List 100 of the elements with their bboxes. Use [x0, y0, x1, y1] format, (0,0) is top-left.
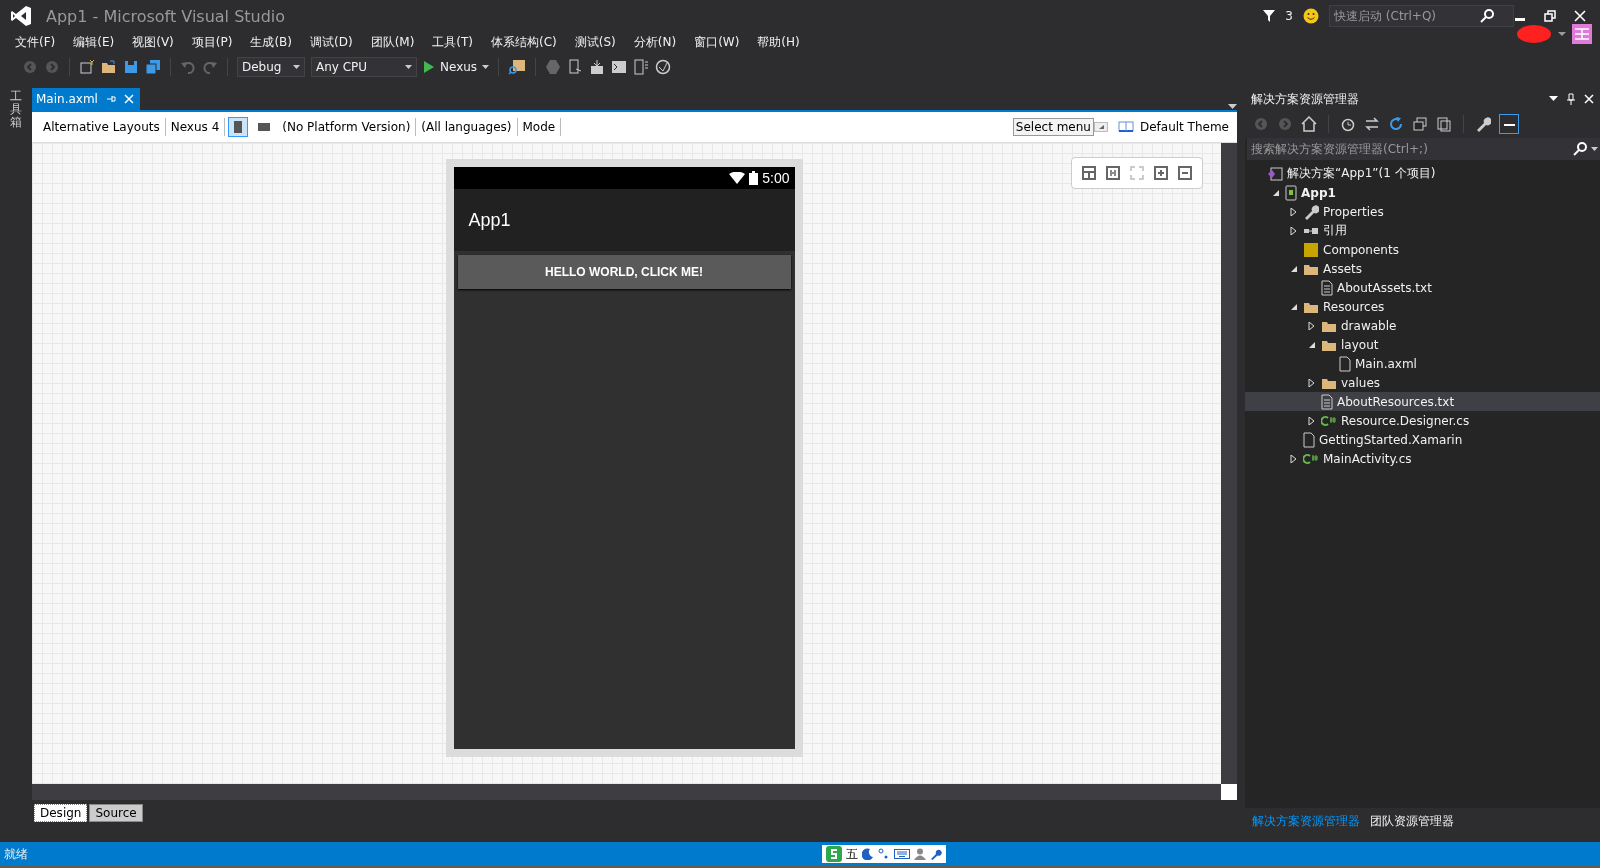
device-dropdown[interactable]: Nexus 4	[165, 118, 226, 136]
expanded-arrow-icon[interactable]	[1308, 340, 1316, 349]
restore-icon[interactable]	[1544, 10, 1556, 22]
terminal-icon[interactable]	[611, 59, 628, 75]
close-icon[interactable]	[1574, 10, 1586, 22]
menu-item[interactable]: 窗口(W)	[685, 33, 749, 51]
filter-icon[interactable]	[1263, 10, 1276, 22]
preview-icon[interactable]	[1499, 114, 1519, 134]
layout-icon[interactable]	[1082, 166, 1096, 180]
phone-icon[interactable]	[567, 59, 584, 75]
collapsed-arrow-icon[interactable]	[1290, 207, 1298, 216]
language-dropdown[interactable]: (All languages)	[416, 118, 518, 136]
run-button[interactable]: Nexus	[423, 60, 490, 74]
view-tab[interactable]: Design	[34, 804, 88, 822]
expanded-arrow-icon[interactable]	[1290, 264, 1298, 273]
tree-item[interactable]: Main.axml	[1245, 354, 1600, 373]
panel-tab[interactable]: 团队资源管理器	[1367, 812, 1457, 830]
tree-item[interactable]: Properties	[1245, 202, 1600, 221]
mode-dropdown[interactable]: Mode	[517, 118, 562, 136]
alternative-layouts-button[interactable]: Alternative Layouts	[38, 118, 166, 136]
package-icon[interactable]	[589, 59, 606, 75]
device-log-icon[interactable]	[633, 59, 650, 75]
tree-item[interactable]: Resources	[1245, 297, 1600, 316]
zoom-in-icon[interactable]	[1154, 166, 1168, 180]
smiley-icon[interactable]	[1303, 8, 1319, 24]
wrench-icon[interactable]	[1475, 116, 1491, 132]
view-tab[interactable]: Source	[89, 804, 143, 822]
save-all-icon[interactable]	[145, 59, 161, 75]
toolbox-tab[interactable]: 工具箱	[10, 88, 22, 834]
collapsed-arrow-icon[interactable]	[1308, 416, 1316, 425]
moon-icon[interactable]	[862, 848, 874, 860]
sync-icon[interactable]	[1364, 116, 1380, 132]
menu-item[interactable]: 视图(V)	[123, 33, 183, 51]
tree-item[interactable]: values	[1245, 373, 1600, 392]
collapsed-arrow-icon[interactable]	[1308, 321, 1316, 330]
menu-item[interactable]: 编辑(E)	[64, 33, 124, 51]
hello-button[interactable]: HELLO WORLD, CLICK ME!	[457, 255, 791, 289]
tree-item[interactable]: Assets	[1245, 259, 1600, 278]
close-icon[interactable]	[1584, 94, 1594, 104]
ime-logo-icon[interactable]	[826, 846, 842, 862]
caret-icon[interactable]	[293, 65, 301, 69]
menu-item[interactable]: 调试(D)	[301, 33, 362, 51]
undo-icon[interactable]	[180, 59, 196, 75]
grid-tile-icon[interactable]	[1572, 24, 1592, 44]
search-field[interactable]: 搜索解决方案资源管理器(Ctrl+;)	[1247, 138, 1600, 160]
ime-mode[interactable]: 五	[846, 845, 858, 863]
play-icon[interactable]	[423, 61, 435, 73]
save-icon[interactable]	[123, 59, 139, 75]
tree-item[interactable]: App1	[1245, 183, 1600, 202]
collapsed-arrow-icon[interactable]	[1290, 454, 1298, 463]
horizontal-scrollbar[interactable]	[32, 784, 1221, 800]
wrench-icon[interactable]	[930, 848, 942, 860]
menu-item[interactable]: 项目(P)	[182, 33, 242, 51]
menu-item[interactable]: 文件(F)	[6, 33, 65, 51]
select-menu-button[interactable]: Select menu	[1012, 118, 1094, 136]
copy-icon[interactable]	[1436, 116, 1452, 132]
tree-item[interactable]: 解决方案“App1”(1 个项目)	[1245, 164, 1600, 183]
platform-dropdown[interactable]: Any CPU	[311, 57, 417, 77]
menu-item[interactable]: 工具(T)	[423, 33, 483, 51]
tree-item[interactable]: layout	[1245, 335, 1600, 354]
refresh-icon[interactable]	[1388, 116, 1404, 132]
tree-item[interactable]: MainActivity.cs	[1245, 449, 1600, 468]
platform-version-dropdown[interactable]: (No Platform Version)	[277, 118, 417, 136]
collapsed-arrow-icon[interactable]	[1308, 378, 1316, 387]
tree-item[interactable]: GettingStarted.Xamarin	[1245, 430, 1600, 449]
tree-item[interactable]: Resource.Designer.cs	[1245, 411, 1600, 430]
open-folder-icon[interactable]	[101, 59, 117, 75]
menu-item[interactable]: 分析(N)	[624, 33, 686, 51]
vertical-scrollbar[interactable]	[1221, 143, 1237, 784]
caret-icon[interactable]	[482, 65, 490, 69]
actual-size-icon[interactable]	[1106, 166, 1120, 180]
caret-icon[interactable]	[405, 65, 412, 69]
theme-dropdown[interactable]: Default Theme	[1107, 120, 1237, 134]
quick-launch-field[interactable]: 快速启动 (Ctrl+Q)	[1329, 5, 1514, 27]
menu-item[interactable]: 体系结构(C)	[482, 33, 566, 51]
user-icon[interactable]	[914, 848, 926, 860]
find-in-files-icon[interactable]	[508, 59, 527, 75]
zoom-out-icon[interactable]	[1178, 166, 1192, 180]
menu-item[interactable]: 团队(M)	[361, 33, 424, 51]
keyboard-icon[interactable]	[894, 848, 910, 860]
home-icon[interactable]	[1301, 116, 1317, 132]
new-project-icon[interactable]	[79, 59, 95, 75]
collapse-all-icon[interactable]	[1412, 116, 1428, 132]
collapsed-arrow-icon[interactable]	[1290, 226, 1298, 235]
tree-item[interactable]: Components	[1245, 240, 1600, 259]
menu-item[interactable]: 生成(B)	[241, 33, 301, 51]
tree-item[interactable]: 引用	[1245, 221, 1600, 240]
punctuation-icon[interactable]	[878, 848, 890, 860]
tree-item[interactable]: AboutAssets.txt	[1245, 278, 1600, 297]
caret-icon[interactable]	[1549, 96, 1558, 102]
menu-item[interactable]: 帮助(H)	[748, 33, 809, 51]
redo-icon[interactable]	[202, 59, 218, 75]
tree-item[interactable]: drawable	[1245, 316, 1600, 335]
pin-icon[interactable]	[1566, 93, 1576, 105]
expanded-arrow-icon[interactable]	[1272, 188, 1280, 197]
panel-tab[interactable]: 解决方案资源管理器	[1249, 812, 1363, 830]
tree-item[interactable]: AboutResources.txt	[1245, 392, 1600, 411]
menu-item[interactable]: 测试(S)	[565, 33, 625, 51]
configuration-dropdown[interactable]: Debug	[237, 57, 305, 77]
history-icon[interactable]	[1340, 116, 1356, 132]
